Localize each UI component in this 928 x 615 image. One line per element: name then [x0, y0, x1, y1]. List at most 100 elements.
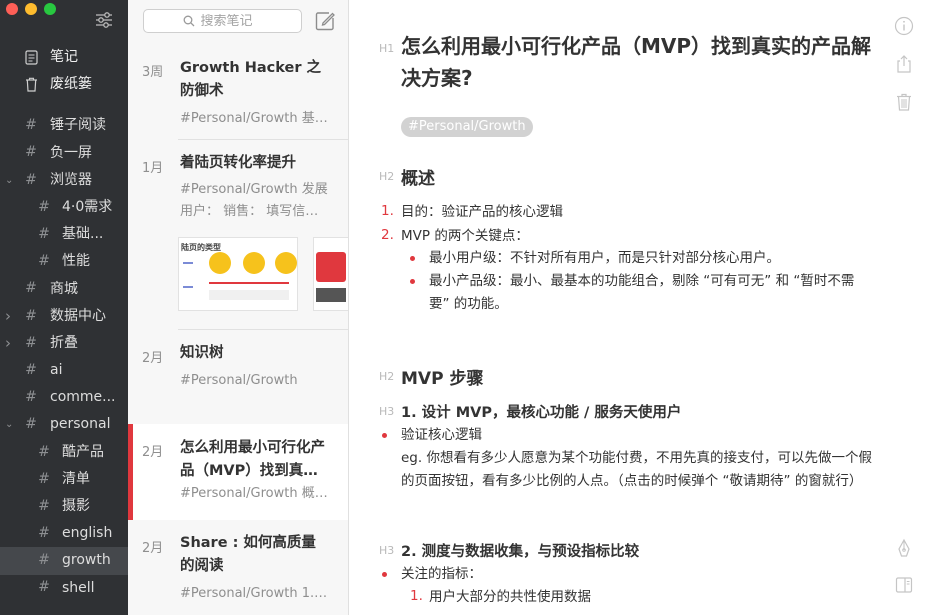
note-editor[interactable]: HH11 怎么利用最小可行化产品（MVP）找到真实的产品解决方案? #Perso… — [349, 0, 928, 615]
trash-icon[interactable] — [894, 92, 914, 112]
note-snippet: #Personal/Growth 基… — [180, 111, 328, 126]
sidebar-item-3[interactable]: # 负一屏 — [0, 140, 128, 167]
sidebar-item-15[interactable]: # 清单 — [0, 466, 128, 493]
hash-icon: # — [25, 144, 37, 161]
sidebar-item-label: 基础... — [62, 226, 104, 243]
thumbnail-title: 陆页的类型 — [181, 243, 221, 252]
info-icon[interactable] — [894, 16, 914, 36]
note-item-active[interactable]: 2月 怎么利用最小可行化产品（MVP）找到真… #Personal/Growth… — [128, 424, 348, 520]
note-title: Growth Hacker 之防御术 — [180, 60, 322, 99]
list-number: 2. — [381, 227, 394, 243]
hash-icon: # — [38, 552, 50, 569]
list-item-text: 目的：验证产品的核心逻辑 — [401, 204, 563, 220]
note-date: 2月 — [142, 541, 164, 556]
sidebar-item-2[interactable]: # 锤子阅读 — [0, 112, 128, 139]
sidebar-item-7[interactable]: # 性能 — [0, 248, 128, 275]
chevron-right-icon[interactable]: › — [5, 330, 15, 357]
sidebar-item-10[interactable]: › # 折叠 — [0, 330, 128, 357]
sidebar-item-8[interactable]: # 商城 — [0, 276, 128, 303]
sidebar-item-18[interactable]: # growth — [0, 547, 128, 575]
bullet-text: 验证核心逻辑 — [401, 427, 482, 443]
sidebar-item-label: 废纸篓 — [50, 76, 92, 93]
bullet-dot — [382, 572, 387, 577]
sidebar-item-1[interactable]: 废纸篓 — [0, 71, 128, 98]
hash-icon: # — [25, 416, 37, 433]
sidebar-item-17[interactable]: # english — [0, 520, 128, 547]
search-input[interactable] — [200, 13, 263, 29]
heading-marker: HH11 — [379, 42, 395, 55]
minimize-window-button[interactable] — [25, 3, 37, 15]
sidebar-item-6[interactable]: # 基础... — [0, 221, 128, 248]
sidebar-item-label: 酷产品 — [62, 443, 104, 460]
sidebar-item-5[interactable]: #4·0需求 — [0, 194, 128, 221]
sidebar-item-label: 浏览器 — [50, 171, 92, 188]
zoom-window-button[interactable] — [44, 3, 56, 15]
sidebar-item-14[interactable]: # 酷产品 — [0, 439, 128, 466]
share-icon[interactable] — [894, 54, 914, 74]
thumbnail-shape — [183, 262, 193, 264]
sidebar-item-9[interactable]: › # 数据中心 — [0, 303, 128, 330]
close-window-button[interactable] — [6, 3, 18, 15]
heading-marker: H3 — [379, 405, 395, 418]
sidebar-item-0[interactable]: 笔记 — [0, 44, 128, 71]
note-title: 知识树 — [180, 345, 224, 361]
note-snippet: #Personal/Growth — [180, 373, 298, 388]
note-item[interactable]: 1月 着陆页转化率提升 #Personal/Growth 发展 用户： 销售： … — [128, 140, 348, 330]
thumbnail-shape — [209, 252, 231, 274]
chevron-down-icon[interactable]: ⌄ — [5, 411, 15, 438]
note-snippet: #Personal/Growth 概… — [180, 486, 328, 501]
note-thumbnail — [313, 237, 348, 311]
note-thumbnail: 陆页的类型 — [178, 237, 298, 311]
sidebar-item-4[interactable]: ⌄ # 浏览器 — [0, 167, 128, 194]
hash-icon: # — [25, 171, 37, 188]
hash-icon: # — [25, 307, 37, 324]
sidebar-toggle-icon[interactable] — [894, 575, 914, 595]
sidebar-item-19[interactable]: # shell — [0, 575, 128, 602]
sidebar-item-label: 摄影 — [62, 498, 90, 514]
hash-icon: # — [25, 280, 37, 297]
sidebar-item-label: english — [62, 525, 113, 542]
sliders-icon[interactable] — [95, 11, 113, 29]
sidebar-item-label: 折叠 — [50, 334, 78, 351]
sidebar-item-label: growth — [62, 552, 111, 569]
sidebar-item-label: ai — [50, 362, 63, 379]
hash-icon: # — [25, 361, 37, 378]
bullet-text: 最小产品级：最小、最基本的功能组合，剔除 “可有可无” 和 “暂时不需要” 的功… — [429, 273, 855, 312]
list-item-text: MVP 的两个关键点： — [401, 228, 529, 244]
note-item[interactable]: 2月 Share : 如何高质量的阅读 #Personal/Growth 1.… — [128, 520, 348, 615]
bullet-dot — [410, 256, 415, 261]
thumbnail-shape — [316, 252, 346, 282]
note-tag[interactable]: #Personal/Growth — [401, 117, 533, 137]
sidebar-item-12[interactable]: # comme... — [0, 384, 128, 411]
hash-icon: # — [38, 579, 50, 596]
sidebar-list: 笔记 废纸篓 # 锤子阅读 # 负一屏 ⌄ # 浏览器 #4·0需求 # 基础... # 性能 # 商城 › # 数… — [0, 44, 128, 602]
note-snippet: #Personal/Growth 1.… — [180, 586, 328, 601]
hash-icon: # — [25, 389, 37, 406]
subsection-heading: 1. 设计 MVP，最核心功能 / 服务天使用户 — [401, 405, 682, 421]
note-snippet: #Personal/Growth 发展 用户： 销售： 填写信… — [180, 182, 328, 219]
bullet-text: 关注的指标： — [401, 566, 482, 582]
paragraph: eg. 你想看有多少人愿意为某个功能付费，不用先真的接支付，可以先做一个假的页面… — [401, 450, 872, 489]
section-heading: 概述 — [401, 169, 435, 189]
search-icon — [183, 15, 194, 27]
chevron-down-icon[interactable]: ⌄ — [5, 167, 15, 194]
search-box[interactable] — [143, 9, 302, 33]
note-title: Share : 如何高质量的阅读 — [180, 535, 316, 574]
sidebar-item-16[interactable]: # 摄影 — [0, 493, 128, 520]
chevron-right-icon[interactable]: › — [5, 303, 15, 330]
sidebar-item-label: shell — [62, 579, 95, 596]
thumbnail-shape — [209, 282, 289, 284]
note-title: 怎么利用最小可行化产品（MVP）找到真… — [180, 440, 325, 479]
note-list-panel: 3周 Growth Hacker 之防御术 #Personal/Growth 基… — [128, 0, 349, 615]
list-item-text: 用户大部分的共性使用数据 — [429, 589, 591, 605]
sidebar-item-13[interactable]: ⌄ # personal — [0, 411, 128, 438]
note-item[interactable]: 3周 Growth Hacker 之防御术 #Personal/Growth 基… — [128, 44, 348, 140]
heading-marker: H3 — [379, 544, 395, 557]
active-note-marker — [128, 424, 133, 520]
sidebar-item-11[interactable]: # ai — [0, 357, 128, 384]
sidebar-item-label: 商城 — [50, 280, 78, 297]
note-item[interactable]: 2月 知识树 #Personal/Growth — [128, 330, 348, 424]
compose-icon[interactable] — [314, 10, 336, 32]
sidebar-item-label: 清单 — [62, 470, 90, 487]
pen-icon[interactable] — [894, 538, 914, 558]
